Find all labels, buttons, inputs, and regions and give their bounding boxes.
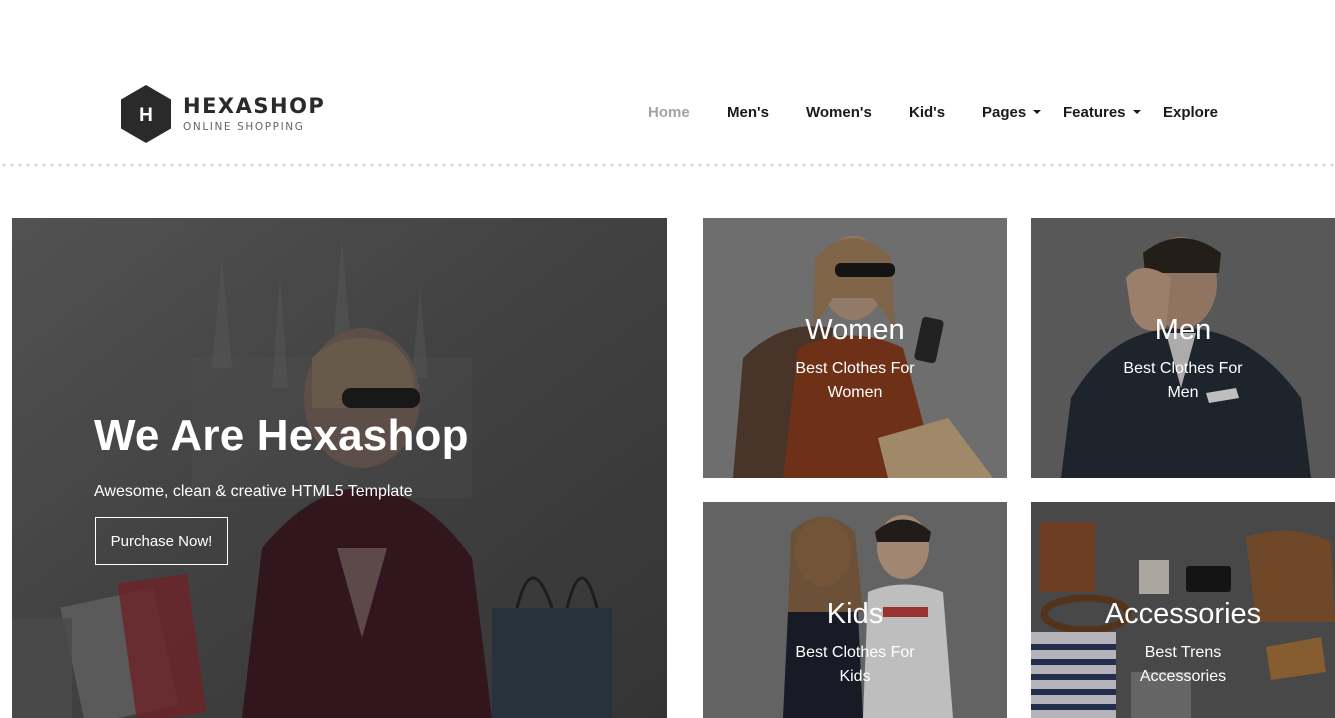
hexagon-logo-icon: H [121, 85, 171, 143]
women-category-image [703, 218, 1007, 478]
nav-item-pages[interactable]: Pages [982, 104, 1042, 121]
category-description: Best Clothes For Kids [795, 644, 915, 685]
logo-letter: H [139, 105, 153, 126]
nav-item-label: Pages [982, 104, 1027, 121]
category-description: Best Clothes For Women [795, 360, 915, 401]
nav-item-label: Men's [727, 104, 769, 121]
category-title: Accessories [1104, 598, 1262, 630]
nav-item-mens[interactable]: Men's [727, 104, 769, 121]
purchase-now-button[interactable]: Purchase Now! [95, 517, 228, 565]
category-title: Men [1154, 314, 1212, 346]
category-tile-kids[interactable]: Kids Best Clothes For Kids [703, 502, 1007, 718]
brand-logo[interactable]: H HEXASHOP ONLINE SHOPPING [120, 84, 325, 144]
brand-tagline: ONLINE SHOPPING [183, 120, 305, 133]
nav-item-explore[interactable]: Explore [1163, 104, 1218, 121]
hero-subtitle: Awesome, clean & creative HTML5 Template [94, 483, 413, 500]
caret-down-icon [1033, 109, 1042, 114]
men-category-image [1031, 218, 1335, 478]
category-tile-accessories[interactable]: Accessories Best Trens Accessories [1031, 502, 1335, 718]
caret-down-icon [1132, 109, 1141, 114]
category-description: Best Trens Accessories [1139, 644, 1227, 685]
site-header: H HEXASHOP ONLINE SHOPPING Home Men's Wo… [0, 0, 1335, 168]
brand-name: HEXASHOP [183, 93, 326, 118]
nav-item-label: Explore [1163, 104, 1219, 121]
nav-item-home[interactable]: Home [648, 104, 690, 121]
nav-item-features[interactable]: Features [1063, 104, 1141, 121]
hero-overlay [12, 218, 667, 718]
category-tile-women[interactable]: Women Best Clothes For Women [703, 218, 1007, 478]
nav-item-label: Home [648, 104, 690, 121]
hero-title: We Are Hexashop [94, 411, 469, 460]
category-title: Kids [826, 598, 884, 630]
hero-banner: We Are Hexashop Awesome, clean & creativ… [12, 218, 667, 718]
nav-item-womens[interactable]: Women's [806, 104, 872, 121]
nav-item-label: Women's [806, 104, 872, 121]
category-tile-men[interactable]: Men Best Clothes For Men [1031, 218, 1335, 478]
nav-item-kids[interactable]: Kid's [909, 104, 945, 121]
nav-item-label: Features [1063, 104, 1126, 121]
brand-text: HEXASHOP ONLINE SHOPPING [183, 94, 325, 135]
header-divider [0, 163, 1335, 167]
category-description: Best Clothes For Men [1123, 360, 1243, 401]
category-title: Women [805, 314, 905, 346]
nav-item-label: Kid's [909, 104, 946, 121]
